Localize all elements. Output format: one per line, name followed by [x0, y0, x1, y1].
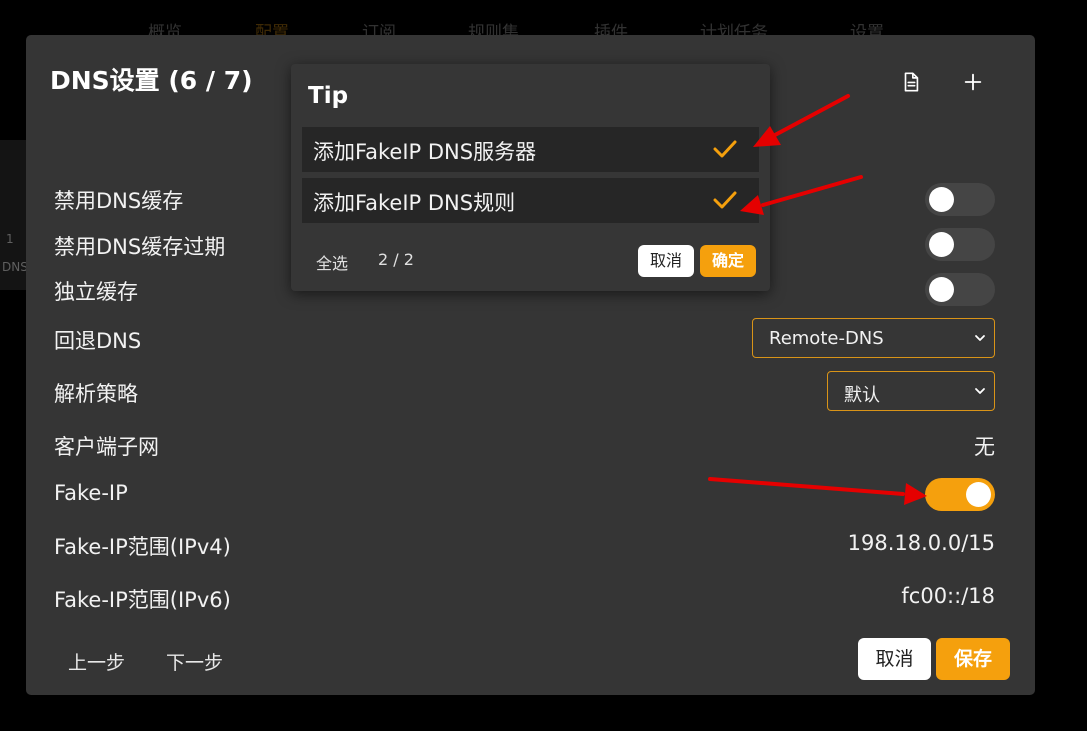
fake-ip-label: Fake-IP [54, 481, 128, 505]
client-subnet-value: 无 [974, 435, 995, 459]
tip-title: Tip [308, 83, 349, 109]
independent-cache-label: 独立缓存 [54, 280, 138, 304]
fake-ip-v4-label: Fake-IP范围(IPv4) [54, 535, 231, 559]
tip-option-fakeip-dns-server[interactable]: 添加FakeIP DNS服务器 [302, 127, 759, 172]
fake-ip-v6-value: fc00::/18 [901, 584, 995, 608]
resolve-strategy-label: 解析策略 [54, 382, 138, 406]
chevron-down-icon [975, 388, 985, 394]
independent-cache-toggle[interactable] [925, 273, 995, 306]
check-icon [713, 140, 737, 158]
tip-option-fakeip-dns-rule[interactable]: 添加FakeIP DNS规则 [302, 178, 759, 223]
prev-step-button[interactable]: 上一步 [68, 648, 125, 675]
disable-dns-cache-label: 禁用DNS缓存 [54, 189, 184, 213]
fake-ip-v4-value: 198.18.0.0/15 [847, 531, 995, 555]
fallback-dns-select[interactable]: Remote-DNS [752, 318, 995, 358]
resolve-strategy-select[interactable]: 默认 [827, 371, 995, 411]
check-icon [713, 191, 737, 209]
bg-side-text-2: DNS [2, 260, 28, 274]
tip-option-label: 添加FakeIP DNS规则 [313, 191, 516, 215]
chevron-down-icon [975, 335, 985, 341]
fake-ip-toggle[interactable] [925, 478, 995, 511]
toggle-knob [929, 187, 954, 212]
selection-count: 2 / 2 [378, 250, 414, 269]
client-subnet-label: 客户端子网 [54, 435, 159, 459]
cancel-button[interactable]: 取消 [858, 638, 931, 680]
fallback-dns-selected: Remote-DNS [769, 328, 884, 349]
tip-cancel-button[interactable]: 取消 [638, 245, 694, 277]
fallback-dns-label: 回退DNS [54, 329, 142, 353]
next-step-button[interactable]: 下一步 [166, 648, 223, 675]
toggle-knob [966, 482, 991, 507]
fake-ip-v6-label: Fake-IP范围(IPv6) [54, 588, 231, 612]
tip-popover: Tip 添加FakeIP DNS服务器 添加FakeIP DNS规则 全选 2 … [291, 64, 770, 291]
toggle-knob [929, 232, 954, 257]
tip-confirm-button[interactable]: 确定 [700, 245, 756, 277]
save-button[interactable]: 保存 [936, 638, 1010, 680]
disable-dns-cache-toggle[interactable] [925, 183, 995, 216]
plus-icon[interactable] [962, 71, 984, 93]
background-side-panel: 1 DNS [0, 140, 28, 290]
dialog-title: DNS设置 (6 / 7) [50, 66, 253, 95]
tip-option-label: 添加FakeIP DNS服务器 [313, 140, 537, 164]
select-all-button[interactable]: 全选 [316, 250, 348, 274]
disable-cache-expire-toggle[interactable] [925, 228, 995, 261]
toggle-knob [929, 277, 954, 302]
document-icon[interactable] [900, 71, 922, 93]
disable-cache-expire-label: 禁用DNS缓存过期 [54, 235, 226, 259]
bg-side-text-1: 1 [6, 232, 14, 246]
resolve-strategy-selected: 默认 [844, 385, 880, 406]
